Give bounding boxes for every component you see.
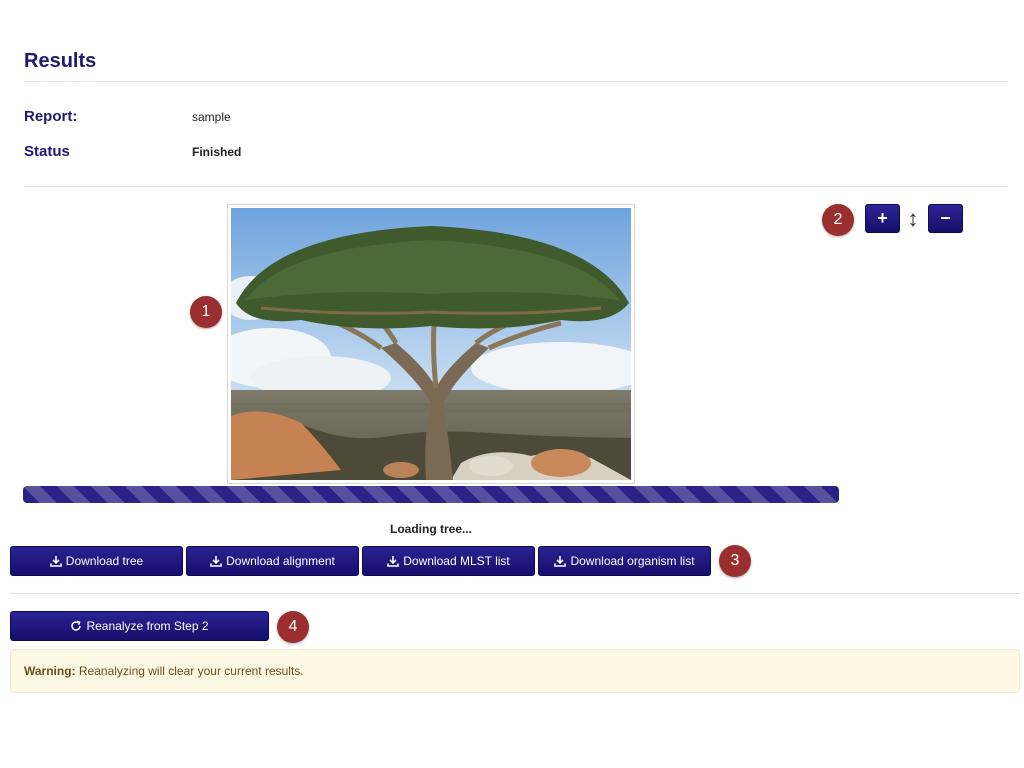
status-label: Status — [24, 143, 70, 160]
warning-prefix: Warning: — [24, 664, 76, 678]
download-mlst-list-label: Download MLST list — [403, 554, 510, 568]
dragon-blood-tree-image — [231, 208, 631, 480]
status-value: Finished — [192, 145, 242, 159]
callout-marker-3: 3 — [719, 545, 751, 577]
callout-marker-4: 4 — [277, 611, 309, 643]
download-tree-button[interactable]: Download tree — [10, 546, 183, 576]
reanalyze-label: Reanalyze from Step 2 — [86, 619, 209, 633]
warning-text: Reanalyzing will clear your current resu… — [75, 664, 304, 678]
download-organism-list-button[interactable]: Download organism list — [538, 546, 711, 576]
actions-divider — [10, 593, 1020, 594]
refresh-icon — [70, 620, 82, 632]
download-icon — [387, 555, 400, 567]
warning-alert: Warning: Reanalyzing will clear your cur… — [10, 649, 1020, 693]
download-alignment-button[interactable]: Download alignment — [186, 546, 359, 576]
resize-icon: ↕ — [907, 206, 919, 231]
download-icon — [49, 555, 62, 567]
download-alignment-label: Download alignment — [226, 554, 335, 568]
report-value: sample — [192, 110, 231, 124]
zoom-in-button[interactable]: + — [865, 204, 900, 233]
callout-marker-1: 1 — [190, 296, 222, 328]
reanalyze-button[interactable]: Reanalyze from Step 2 — [10, 611, 269, 641]
callout-marker-2: 2 — [822, 204, 854, 236]
download-icon — [210, 555, 222, 567]
page-title: Results — [24, 50, 97, 72]
download-icon — [554, 555, 567, 567]
download-organism-list-label: Download organism list — [570, 554, 695, 568]
zoom-out-button[interactable]: − — [928, 204, 963, 233]
download-mlst-list-button[interactable]: Download MLST list — [362, 546, 535, 576]
loading-text: Loading tree... — [389, 522, 472, 536]
tree-viewer-image — [227, 204, 635, 484]
tree-loading-progress-bar — [23, 486, 839, 503]
report-label: Report: — [24, 108, 78, 125]
download-tree-label: Download tree — [65, 554, 144, 568]
info-divider — [24, 186, 1008, 187]
title-divider — [24, 81, 1008, 82]
